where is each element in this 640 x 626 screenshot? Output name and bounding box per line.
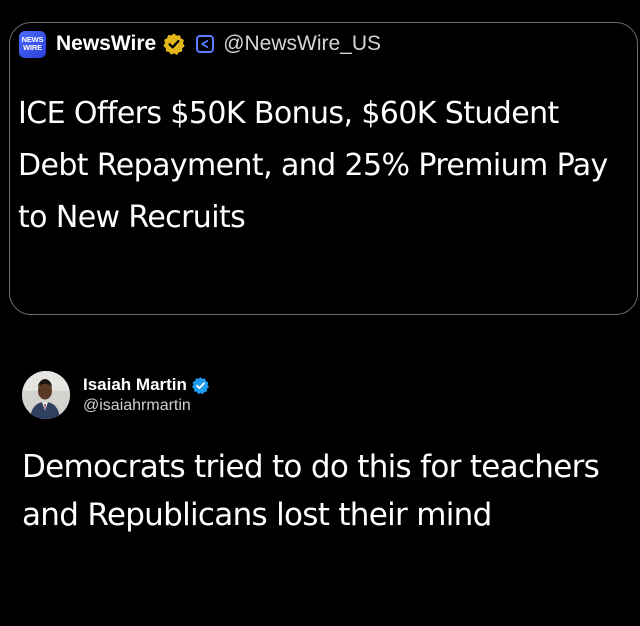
quoted-post-headline: ICE Offers $50K Bonus, $60K Student Debt… (18, 96, 608, 235)
affiliate-glyph-icon (201, 39, 209, 49)
quoted-account-handle[interactable]: @NewsWire_US (223, 32, 381, 56)
post-author-row: Isaiah Martin @isaiahrmartin (22, 371, 210, 419)
quoted-account-name[interactable]: NewsWire (56, 32, 156, 56)
author-avatar[interactable] (22, 371, 70, 419)
newswire-logo[interactable]: NEWS WIRE (19, 30, 46, 58)
avatar-portrait-icon (22, 371, 70, 419)
newswire-logo-line2: WIRE (23, 43, 42, 52)
author-name[interactable]: Isaiah Martin (83, 375, 187, 395)
author-handle[interactable]: @isaiahrmartin (83, 397, 210, 415)
gold-verified-badge-icon (163, 33, 185, 55)
organization-affiliate-icon[interactable] (196, 35, 215, 53)
quoted-post-header: NEWS WIRE NewsWire @NewsWire_US (19, 30, 381, 58)
post-body-text: Democrats tried to do this for teachers … (22, 449, 600, 533)
blue-verified-badge-icon (191, 376, 209, 394)
